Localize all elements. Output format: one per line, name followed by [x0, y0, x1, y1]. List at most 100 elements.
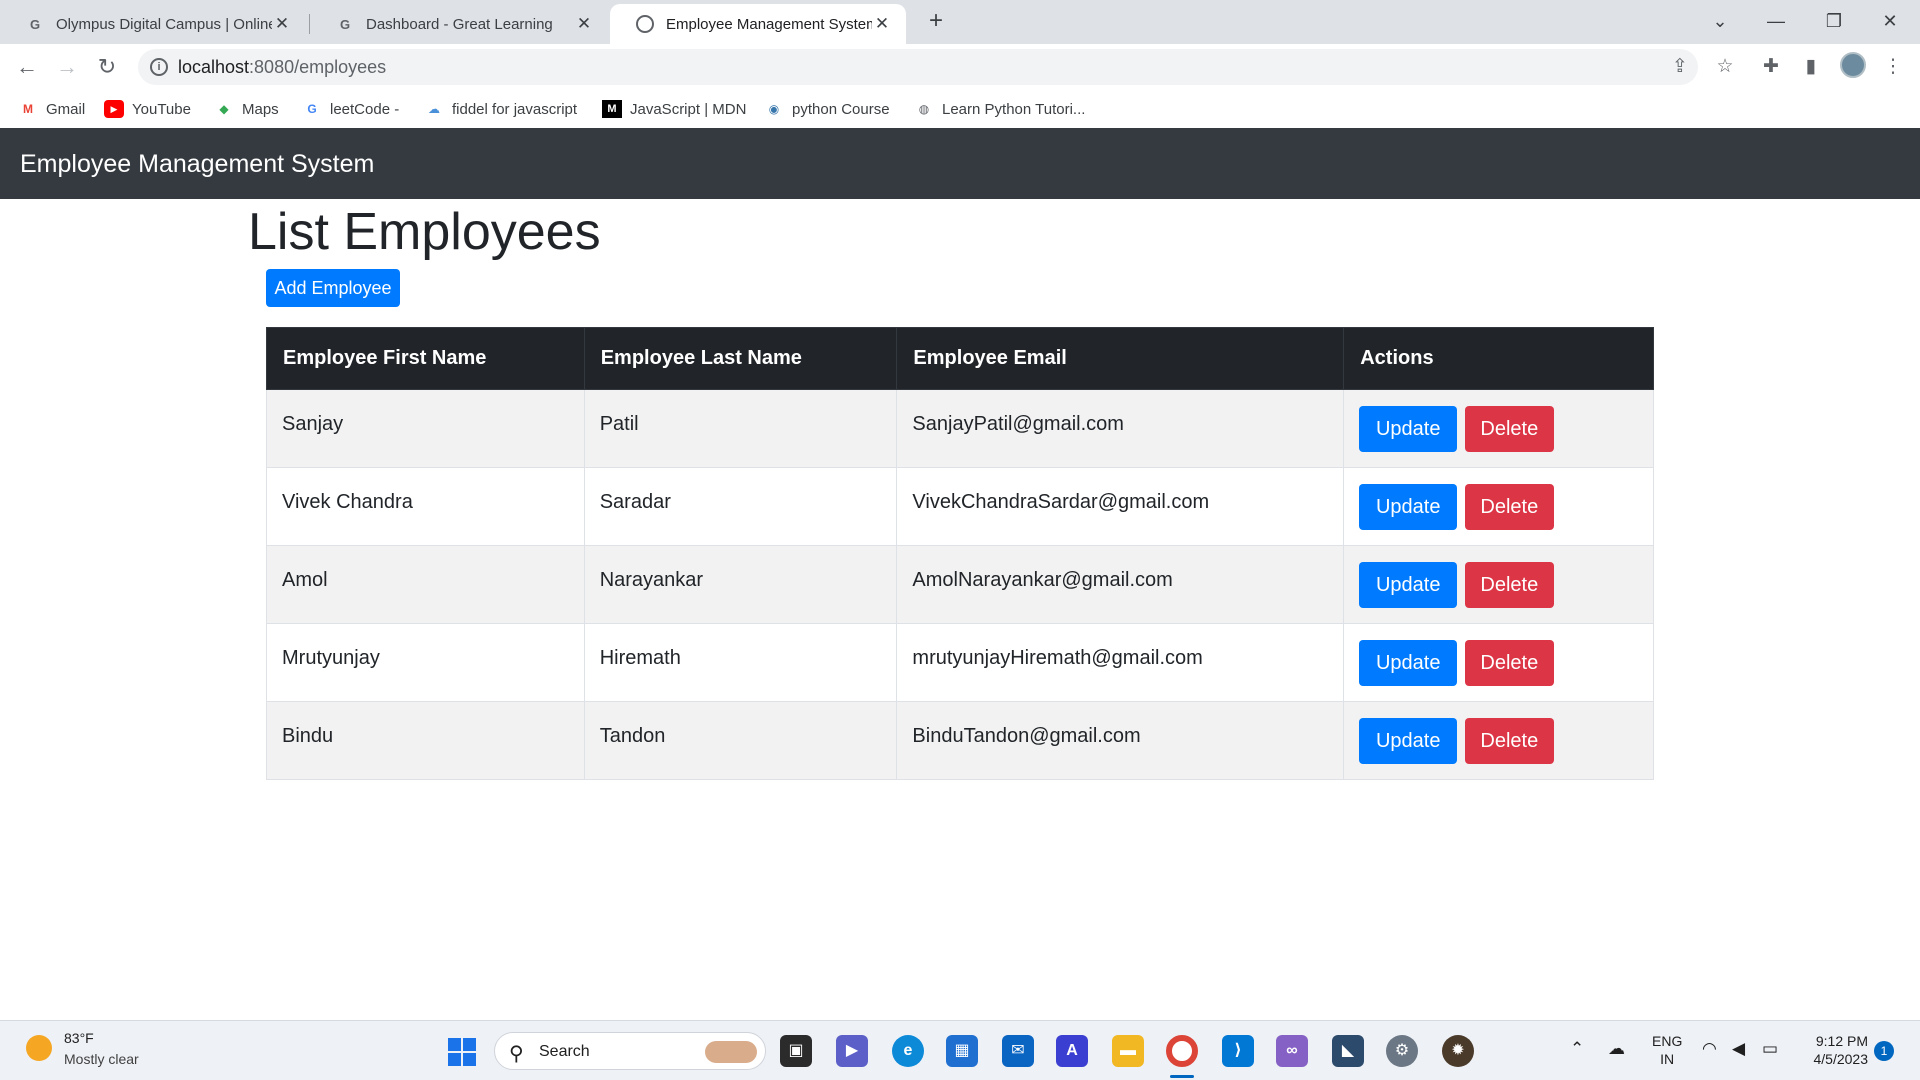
- system-clock[interactable]: 9:12 PM 4/5/2023: [1796, 1032, 1869, 1068]
- app-icon[interactable]: A: [1056, 1035, 1088, 1067]
- globe-icon: [636, 15, 654, 33]
- column-header-last-name: Employee Last Name: [583, 327, 898, 390]
- forward-icon[interactable]: →: [52, 52, 82, 82]
- taskbar-search-box[interactable]: ⚲ Search: [494, 1032, 766, 1070]
- cloud-icon: ☁: [428, 102, 440, 116]
- bookmark-learn-python[interactable]: ◍ Learn Python Tutori...: [914, 98, 1086, 120]
- window-close-icon[interactable]: ✕: [1870, 6, 1910, 36]
- last-name-cell: Narayankar: [583, 545, 898, 624]
- windows-start-icon[interactable]: [448, 1038, 476, 1066]
- bookmark-youtube[interactable]: ▶ YouTube: [104, 98, 191, 120]
- google-g-icon: G: [307, 102, 317, 116]
- visual-studio-icon[interactable]: ∞: [1276, 1035, 1308, 1067]
- email-cell: VivekChandraSardar@gmail.com: [896, 467, 1345, 546]
- search-highlight-image: [705, 1041, 757, 1063]
- eclipse-icon[interactable]: ✹: [1442, 1035, 1474, 1067]
- delete-button[interactable]: Delete: [1464, 718, 1554, 764]
- tab-olympus[interactable]: G Olympus Digital Campus | Online ✕: [0, 4, 306, 44]
- share-icon[interactable]: ⇪: [1668, 55, 1692, 79]
- column-header-first-name: Employee First Name: [266, 327, 585, 390]
- bookmark-label: Gmail: [46, 100, 86, 118]
- profile-avatar[interactable]: [1840, 52, 1866, 78]
- delete-button[interactable]: Delete: [1464, 562, 1554, 608]
- vscode-icon[interactable]: ⟩: [1222, 1035, 1254, 1067]
- bookmark-maps[interactable]: ◆ Maps: [214, 98, 278, 120]
- wifi-icon[interactable]: ◠: [1702, 1039, 1717, 1059]
- url-text[interactable]: localhost:8080/employees: [178, 57, 386, 78]
- weather-moon-icon[interactable]: [26, 1035, 52, 1061]
- bookmark-label: fiddel for javascript: [452, 100, 578, 118]
- app-navbar: Employee Management System: [0, 128, 1920, 199]
- update-button[interactable]: Update: [1359, 640, 1458, 686]
- bookmark-gmail[interactable]: M Gmail: [18, 98, 85, 120]
- close-icon[interactable]: ✕: [272, 14, 292, 34]
- new-tab-button[interactable]: +: [922, 8, 950, 36]
- tab-title: Dashboard - Great Learning: [366, 15, 553, 33]
- file-explorer-icon[interactable]: ▬: [1112, 1035, 1144, 1067]
- tab-title: Employee Management System: [666, 15, 872, 33]
- delete-button[interactable]: Delete: [1464, 406, 1554, 452]
- close-icon[interactable]: ✕: [574, 14, 594, 34]
- update-button[interactable]: Update: [1359, 718, 1458, 764]
- email-cell: SanjayPatil@gmail.com: [896, 389, 1345, 468]
- add-employee-button[interactable]: Add Employee: [266, 269, 400, 307]
- bookmark-python-course[interactable]: ◉ python Course: [764, 98, 890, 120]
- minimize-icon[interactable]: —: [1756, 6, 1796, 36]
- notification-badge[interactable]: 1: [1874, 1041, 1894, 1061]
- teams-chat-icon[interactable]: ▶: [836, 1035, 868, 1067]
- gmail-icon: M: [23, 102, 33, 116]
- update-button[interactable]: Update: [1359, 484, 1458, 530]
- email-cell: mrutyunjayHiremath@gmail.com: [896, 623, 1345, 702]
- task-view-icon[interactable]: ▣: [780, 1035, 812, 1067]
- show-hidden-icons[interactable]: ⌃: [1570, 1039, 1584, 1059]
- app-brand[interactable]: Employee Management System: [20, 150, 374, 179]
- site-info-icon[interactable]: i: [150, 58, 168, 76]
- delete-button[interactable]: Delete: [1464, 640, 1554, 686]
- bookmark-fiddle[interactable]: ☁ fiddel for javascript: [424, 98, 577, 120]
- first-name-cell: Vivek Chandra: [266, 467, 585, 546]
- url-path: :8080/employees: [249, 57, 387, 77]
- weather-temperature[interactable]: 83°F: [64, 1030, 94, 1046]
- url-bar[interactable]: i localhost:8080/employees ⇪: [138, 49, 1698, 85]
- close-icon[interactable]: ✕: [872, 14, 892, 34]
- side-panel-icon[interactable]: ▮: [1798, 54, 1824, 80]
- first-name-cell: Bindu: [266, 701, 585, 780]
- active-app-indicator: [1170, 1075, 1194, 1078]
- first-name-cell: Mrutyunjay: [266, 623, 585, 702]
- weather-description[interactable]: Mostly clear: [64, 1051, 139, 1067]
- actions-cell: Update Delete: [1343, 701, 1654, 780]
- bookmark-label: Learn Python Tutori...: [942, 100, 1086, 118]
- tab-great-learning[interactable]: G Dashboard - Great Learning ✕: [310, 4, 608, 44]
- onedrive-cloud-icon[interactable]: ☁: [1608, 1039, 1625, 1059]
- actions-cell: Update Delete: [1343, 467, 1654, 546]
- volume-icon[interactable]: ◀: [1732, 1039, 1745, 1059]
- settings-icon[interactable]: ⚙: [1386, 1035, 1418, 1067]
- update-button[interactable]: Update: [1359, 562, 1458, 608]
- tab-search-icon[interactable]: ⌄: [1700, 6, 1740, 36]
- tab-employee-management[interactable]: Employee Management System ✕: [610, 4, 906, 44]
- edge-icon[interactable]: e: [892, 1035, 924, 1067]
- table-row: Sanjay Patil SanjayPatil@gmail.com Updat…: [266, 389, 1654, 468]
- bookmark-leetcode[interactable]: G leetCode -: [302, 98, 399, 120]
- battery-icon[interactable]: ▭: [1762, 1039, 1778, 1059]
- bookmarks-bar: M Gmail ▶ YouTube ◆ Maps G leetCode - ☁ …: [0, 90, 1920, 128]
- language-indicator[interactable]: ENG IN: [1652, 1032, 1682, 1068]
- microsoft-store-icon[interactable]: ▦: [946, 1035, 978, 1067]
- column-header-email: Employee Email: [896, 327, 1345, 390]
- menu-icon[interactable]: ⋮: [1880, 54, 1906, 80]
- tab-title: Olympus Digital Campus | Online: [56, 15, 272, 33]
- actions-cell: Update Delete: [1343, 389, 1654, 468]
- back-icon[interactable]: ←: [12, 52, 42, 82]
- update-button[interactable]: Update: [1359, 406, 1458, 452]
- last-name-cell: Tandon: [583, 701, 898, 780]
- bookmark-mdn[interactable]: M JavaScript | MDN: [602, 98, 746, 120]
- email-cell: AmolNarayankar@gmail.com: [896, 545, 1345, 624]
- mysql-icon[interactable]: ◣: [1332, 1035, 1364, 1067]
- reload-icon[interactable]: ↻: [92, 52, 122, 82]
- chrome-icon[interactable]: [1166, 1035, 1198, 1067]
- delete-button[interactable]: Delete: [1464, 484, 1554, 530]
- restore-icon[interactable]: ❐: [1814, 6, 1854, 36]
- mail-icon[interactable]: ✉: [1002, 1035, 1034, 1067]
- extensions-icon[interactable]: ✚: [1758, 54, 1784, 80]
- bookmark-star-icon[interactable]: ☆: [1712, 54, 1738, 80]
